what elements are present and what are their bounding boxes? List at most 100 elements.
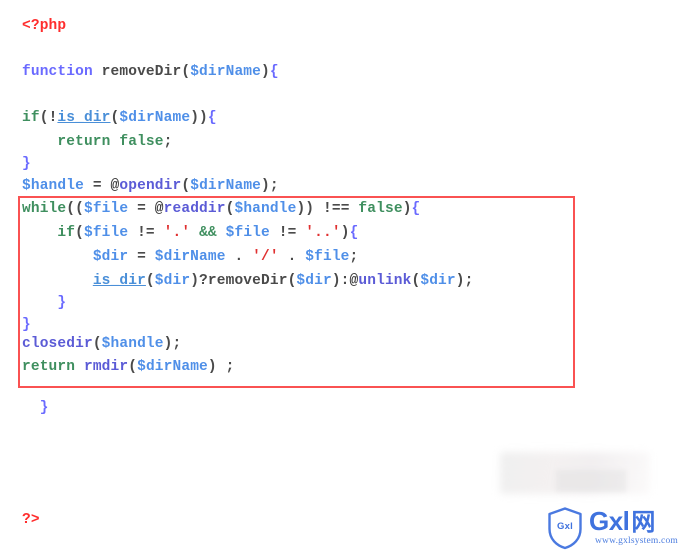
code-token: return xyxy=(57,134,111,150)
code-token: $file xyxy=(225,225,270,241)
code-token: false xyxy=(119,134,164,150)
code-token: = xyxy=(128,249,155,265)
logo-wordmark-latin: Gxl xyxy=(589,506,630,537)
code-line: while(($file = @readdir($handle)) !== fa… xyxy=(22,201,420,217)
code-token: { xyxy=(207,110,217,126)
code-token: $dirName xyxy=(190,64,262,80)
code-token: $dirName xyxy=(190,178,262,194)
code-token: ( xyxy=(128,359,138,375)
code-token: $dirName xyxy=(119,110,191,126)
shield-icon: Gxl xyxy=(546,506,584,550)
code-token: $dirName xyxy=(137,359,208,375)
code-token: ( xyxy=(39,110,49,126)
code-token: $file xyxy=(83,201,129,217)
code-token: . xyxy=(278,249,306,265)
logo-url: www.gxlsystem.com xyxy=(595,536,678,547)
code-token: ( xyxy=(145,273,155,289)
code-token: @ xyxy=(154,201,164,217)
code-token: $dir xyxy=(296,273,332,289)
screenshot-page: <?php function removeDir($dirName){if(!is… xyxy=(0,0,678,551)
code-token: if xyxy=(22,110,40,126)
code-token: } xyxy=(39,400,49,416)
code-token: ) xyxy=(261,64,270,80)
code-token: != xyxy=(128,225,164,241)
code-token: $dir xyxy=(154,273,191,289)
code-line: } xyxy=(22,295,66,311)
code-token: ( xyxy=(181,64,191,80)
code-token: unlink xyxy=(358,273,412,289)
code-token: readdir xyxy=(163,201,226,217)
code-token: ) xyxy=(340,225,350,241)
code-token: ( xyxy=(181,178,191,194)
code-token: ; xyxy=(225,359,235,375)
logo-wordmark-cjk: 网 xyxy=(631,509,655,537)
code-line: if(!is_dir($dirName)){ xyxy=(22,110,217,126)
code-token: false xyxy=(358,201,403,217)
code-token: while xyxy=(22,201,67,217)
code-line: if($file != '.' && $file != '..'){ xyxy=(22,225,358,241)
code-token: return xyxy=(22,359,76,375)
code-token: $handle xyxy=(22,178,84,194)
code-token: { xyxy=(269,64,279,80)
code-token: = xyxy=(128,201,155,217)
code-token: ) xyxy=(402,201,412,217)
code-line: $handle = @opendir($dirName); xyxy=(22,178,279,194)
code-token: } xyxy=(22,317,31,333)
code-line: $dir = $dirName . '/' . $file; xyxy=(22,249,358,265)
code-token: function xyxy=(22,64,93,80)
code-token: { xyxy=(349,225,359,241)
code-line: } xyxy=(22,317,31,333)
code-token: $file xyxy=(305,249,350,265)
code-line: } xyxy=(22,156,31,172)
code-line: <?php xyxy=(22,18,66,34)
code-token: $file xyxy=(83,225,129,241)
code-line: return rmdir($dirName) ; xyxy=(22,359,234,375)
code-token: ): xyxy=(331,273,350,289)
code-line: closedir($handle); xyxy=(22,336,181,352)
code-token: rmdir xyxy=(83,359,129,375)
code-line: ?> xyxy=(22,512,40,528)
code-token: opendir xyxy=(119,178,182,194)
code-token: if xyxy=(57,225,76,241)
code-token: '.' xyxy=(163,225,191,241)
code-token: (( xyxy=(66,201,84,217)
code-token: $dir xyxy=(420,273,456,289)
logo-wordmark: Gxl 网 xyxy=(589,508,655,535)
code-token: && xyxy=(199,225,217,241)
code-token: ; xyxy=(269,178,279,194)
logo-text-block: Gxl 网 www.gxlsystem.com xyxy=(589,508,678,547)
site-logo[interactable]: Gxl Gxl 网 www.gxlsystem.com xyxy=(546,504,678,551)
code-token: ; xyxy=(349,249,359,265)
code-line: is_dir($dir)?removeDir($dir):@unlink($di… xyxy=(22,273,474,289)
code-token: ) xyxy=(163,336,173,352)
code-token: $dirName xyxy=(154,249,226,265)
code-token: )? xyxy=(190,273,208,289)
code-token: )) xyxy=(190,110,208,126)
code-token: '..' xyxy=(305,225,341,241)
code-line: return false; xyxy=(22,134,173,150)
code-token: $handle xyxy=(234,201,297,217)
code-token: ) xyxy=(261,178,270,194)
code-token: '/' xyxy=(252,249,279,265)
code-token: ( xyxy=(75,225,84,241)
code-token: removeDir xyxy=(101,64,182,80)
php-code-block[interactable]: <?php function removeDir($dirName){if(!is… xyxy=(0,0,678,551)
code-token: removeDir xyxy=(207,273,288,289)
code-line: function removeDir($dirName){ xyxy=(22,64,279,80)
shield-icon-label: Gxl xyxy=(557,521,573,532)
code-token: ); xyxy=(455,273,474,289)
code-token: $handle xyxy=(101,336,164,352)
code-token: $dir xyxy=(92,249,129,265)
code-token: != xyxy=(269,225,306,241)
code-token: )) !== xyxy=(296,201,359,217)
code-token: ( xyxy=(92,336,102,352)
